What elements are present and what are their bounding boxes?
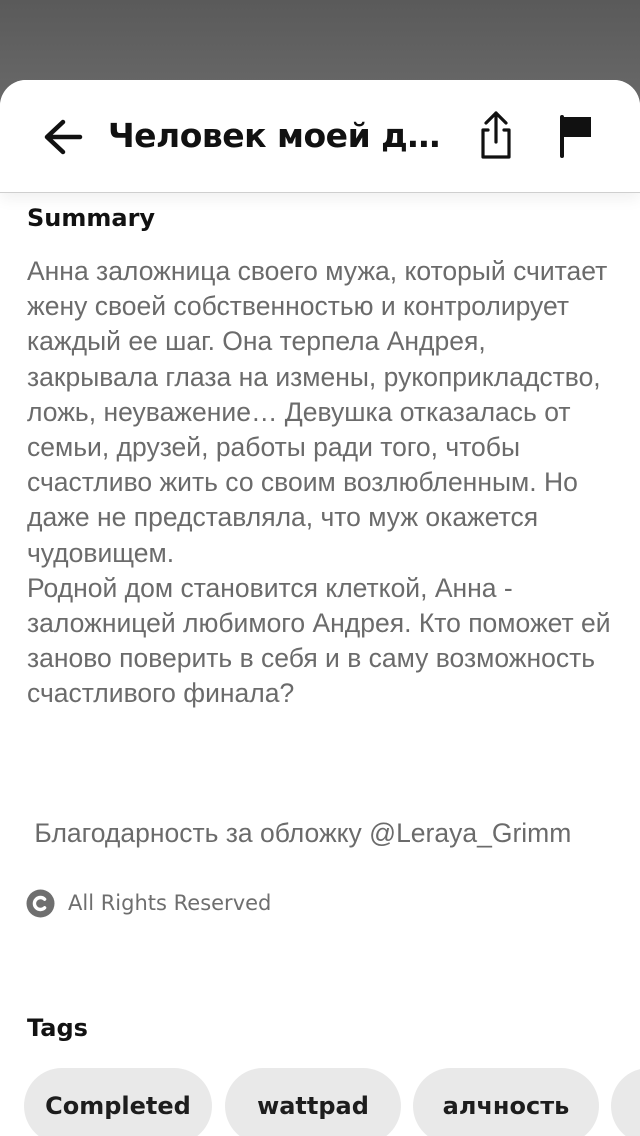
tag-chip[interactable]: Completed <box>24 1068 212 1136</box>
tags-heading: Tags <box>27 1014 88 1042</box>
report-button[interactable] <box>552 110 600 162</box>
tags-list[interactable]: Completed wattpad алчность <box>24 1068 640 1136</box>
sheet-content[interactable]: Summary Анна заложница своего мужа, кото… <box>0 192 640 1136</box>
copyright-notice: All Rights Reserved <box>26 888 271 918</box>
story-title: Человек моей ду… <box>108 116 448 155</box>
share-icon <box>481 111 511 159</box>
back-button[interactable] <box>36 110 92 166</box>
copyright-icon <box>26 889 55 917</box>
summary-text: Анна заложница своего мужа, который счит… <box>27 256 611 709</box>
share-button[interactable] <box>470 108 522 164</box>
rights-label: All Rights Reserved <box>68 891 272 915</box>
tag-chip[interactable]: алчность <box>413 1068 599 1136</box>
tag-chip[interactable]: wattpad <box>225 1068 401 1136</box>
summary-heading: Summary <box>27 204 156 232</box>
arrow-left-icon <box>44 119 83 155</box>
tag-chip-partial[interactable] <box>611 1068 640 1136</box>
story-details-sheet: Человек моей ду… Summary Анна заложница … <box>0 80 640 1136</box>
sheet-header: Человек моей ду… <box>0 80 640 193</box>
flag-icon <box>560 115 591 158</box>
cover-credit-text: Благодарность за обложку @Leraya_Grimm <box>27 818 572 848</box>
